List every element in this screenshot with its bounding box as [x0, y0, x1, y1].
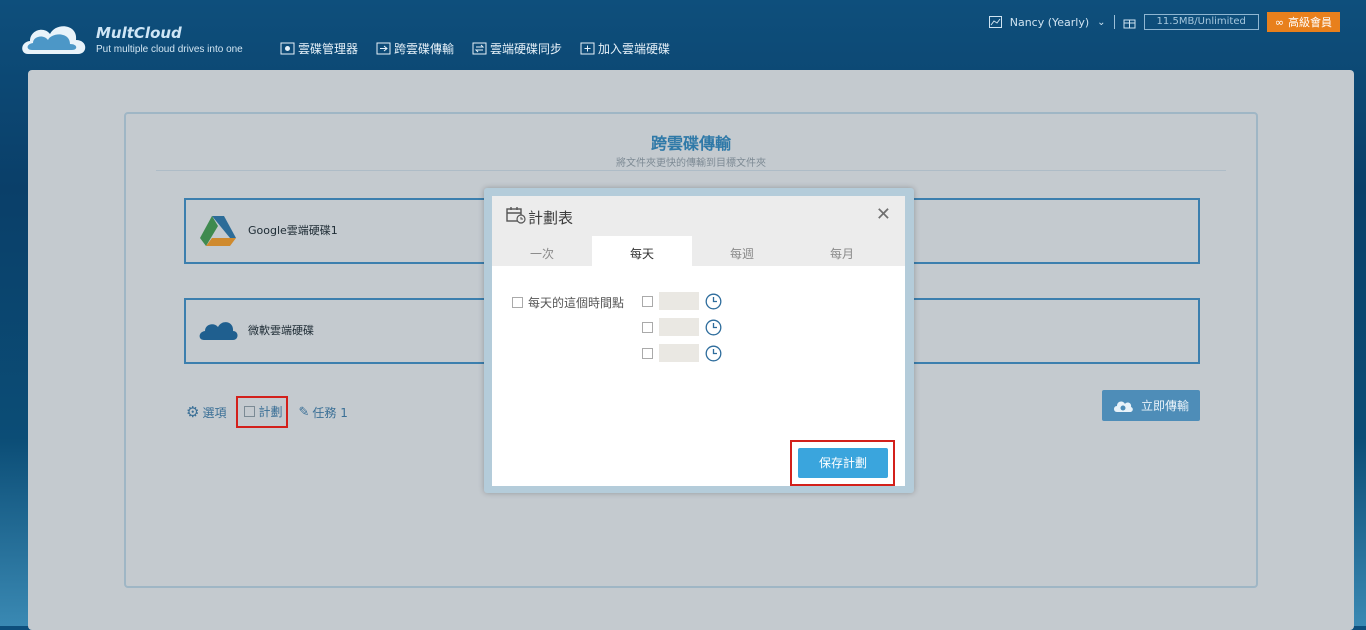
top-header: MultCloud Put multiple cloud drives into… [0, 0, 1366, 70]
time-slot-checkbox[interactable] [642, 321, 653, 333]
schedule-toggle[interactable]: 計劃 [236, 396, 289, 428]
schedule-label: 計劃 [258, 405, 283, 419]
close-icon[interactable]: ✕ [876, 204, 891, 225]
tasks-label: 任務 1 [312, 405, 348, 420]
premium-label: 高級會員 [1288, 16, 1332, 29]
infinity-icon: ∞ [1274, 15, 1284, 29]
nav-cloud-manager[interactable]: 雲碟管理器 [280, 40, 358, 57]
time-slot-row [642, 292, 722, 310]
google-drive-icon [200, 216, 236, 246]
time-slot-checkbox[interactable] [642, 295, 653, 307]
onedrive-icon [199, 322, 238, 340]
nav-cloud-transfer[interactable]: 跨雲碟傳輸 [376, 40, 454, 57]
schedule-modal-body: 計劃表 ✕ 一次 每天 每週 每月 每天的這個時間點 保存計劃 [492, 196, 905, 486]
clock-icon[interactable] [705, 345, 722, 362]
target-cloud-label: 微軟雲端硬碟 [248, 324, 314, 337]
page-title: 跨雲碟傳輸 [650, 134, 731, 153]
transfer-icon [376, 42, 391, 55]
divider [156, 170, 1226, 171]
account-bar: Nancy (Yearly) ⌄ 11.5MB/Unlimited ∞ 高級會員 [988, 12, 1340, 32]
source-cloud-label: Google雲端硬碟1 [248, 224, 338, 237]
main-nav: 雲碟管理器 跨雲碟傳輸 雲端硬碟同步 加入雲端硬碟 [280, 40, 670, 57]
time-slot-row [642, 318, 722, 336]
cloud-manager-icon [280, 42, 295, 55]
daily-time-checkbox[interactable] [512, 297, 523, 308]
add-cloud-icon [580, 42, 595, 55]
cloud-upload-icon [1113, 401, 1133, 412]
time-slot-row [642, 344, 722, 362]
premium-button[interactable]: ∞ 高級會員 [1266, 12, 1340, 32]
clock-icon[interactable] [705, 293, 722, 310]
tab-monthly[interactable]: 每月 [792, 236, 892, 266]
options-label: 選項 [202, 405, 227, 420]
schedule-modal: 計劃表 ✕ 一次 每天 每週 每月 每天的這個時間點 保存計劃 [484, 188, 914, 493]
daily-time-option[interactable]: 每天的這個時間點 [512, 294, 624, 311]
sync-icon [472, 42, 487, 55]
gear-icon: ⚙ [186, 403, 200, 421]
save-schedule-highlight: 保存計劃 [790, 440, 895, 486]
nav-add-cloud-label: 加入雲端硬碟 [598, 42, 671, 56]
options-toggle[interactable]: ⚙ 選項 [186, 403, 226, 421]
storage-quota: 11.5MB/Unlimited [1143, 14, 1259, 30]
transfer-now-label: 立即傳輸 [1140, 399, 1189, 413]
user-menu[interactable]: Nancy (Yearly) [1010, 16, 1089, 29]
brand-name: MultCloud [96, 24, 182, 42]
time-slot-checkbox[interactable] [642, 347, 653, 359]
divider [1113, 15, 1115, 29]
modal-title: 計劃表 [528, 209, 574, 227]
edit-icon: ✎ [298, 404, 310, 420]
page-subtitle: 將文件夾更快的傳輸到目標文件夾 [616, 158, 766, 169]
chart-icon [988, 16, 1002, 28]
brand-tagline: Put multiple cloud drives into one [96, 44, 243, 55]
tasks-link[interactable]: ✎ 任務 1 [298, 404, 347, 421]
transfer-options-bar: ⚙ 選項 計劃 ✎ 任務 1 [186, 396, 348, 428]
nav-cloud-manager-label: 雲碟管理器 [298, 42, 359, 56]
daily-time-label: 每天的這個時間點 [528, 296, 625, 310]
calendar-clock-icon [506, 207, 526, 224]
time-slot-input[interactable] [659, 344, 699, 362]
nav-cloud-transfer-label: 跨雲碟傳輸 [394, 42, 455, 56]
nav-cloud-sync-label: 雲端硬碟同步 [490, 42, 563, 56]
nav-add-cloud[interactable]: 加入雲端硬碟 [580, 40, 670, 57]
chevron-down-icon[interactable]: ⌄ [1097, 17, 1105, 28]
time-slot-input[interactable] [659, 292, 699, 310]
gift-icon[interactable] [1123, 16, 1136, 29]
modal-header: 計劃表 ✕ [492, 196, 905, 236]
nav-cloud-sync[interactable]: 雲端硬碟同步 [472, 40, 562, 57]
tab-weekly[interactable]: 每週 [692, 236, 792, 266]
tab-daily[interactable]: 每天 [592, 236, 692, 266]
save-schedule-button[interactable]: 保存計劃 [798, 448, 888, 478]
schedule-tabs: 一次 每天 每週 每月 [492, 236, 905, 266]
transfer-now-button[interactable]: 立即傳輸 [1102, 390, 1200, 421]
tab-once[interactable]: 一次 [492, 236, 592, 266]
time-slot-input[interactable] [659, 318, 699, 336]
multcloud-logo-icon[interactable] [18, 14, 92, 62]
clock-icon[interactable] [705, 319, 722, 336]
schedule-checkbox[interactable] [244, 406, 256, 417]
